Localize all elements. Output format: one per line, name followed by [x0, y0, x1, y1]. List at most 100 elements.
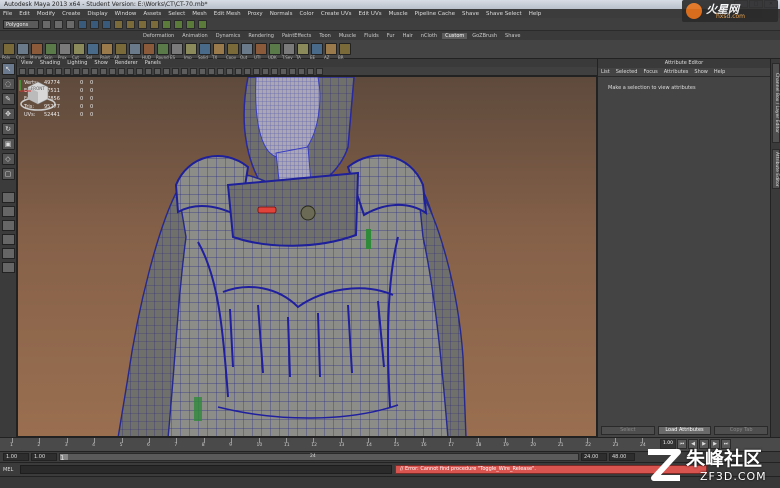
single-pane-layout-icon[interactable]	[1, 192, 15, 203]
viewport-tool-icon[interactable]	[253, 67, 260, 75]
shelf-tab-toon[interactable]: Toon	[316, 33, 334, 39]
viewport-menu-shading[interactable]: Shading	[40, 60, 60, 66]
viewport-tool-icon[interactable]	[37, 67, 44, 75]
shelf-icon-crvs-1[interactable]: Crvs	[16, 43, 29, 60]
snap-grid-icon[interactable]	[114, 19, 123, 29]
attr-menu-attributes[interactable]: Attributes	[664, 69, 689, 75]
viewport-tool-icon[interactable]	[136, 67, 143, 75]
shelf-tab-custom[interactable]: Custom	[442, 32, 468, 39]
shelf-tab-dynamics[interactable]: Dynamics	[213, 33, 244, 39]
menu-create[interactable]: Create	[62, 11, 80, 17]
last-tool-icon[interactable]: ▢	[1, 168, 15, 180]
shelf-tab-fluids[interactable]: Fluids	[361, 33, 382, 39]
select-object-icon[interactable]	[90, 19, 99, 29]
attr-menu-list[interactable]: List	[601, 69, 610, 75]
persp-graph-layout-icon[interactable]	[1, 234, 15, 245]
viewport-menu-show[interactable]: Show	[94, 60, 108, 66]
playback-start-field[interactable]: 1.00	[31, 453, 57, 461]
outliner-layout-icon[interactable]	[1, 262, 15, 273]
shelf-icon-t-sev-20[interactable]: T.Sev	[282, 43, 295, 60]
save-scene-icon[interactable]	[66, 19, 75, 29]
shelf-tab-hair[interactable]: Hair	[400, 33, 416, 39]
range-bar[interactable]: 1 24	[59, 453, 579, 462]
render-settings-icon[interactable]	[198, 19, 207, 29]
viewport-tool-icon[interactable]	[280, 67, 287, 75]
range-start-handle[interactable]: 1	[60, 454, 68, 462]
menu-edit-mesh[interactable]: Edit Mesh	[214, 11, 241, 17]
menu-set-dropdown[interactable]: Polygons	[3, 19, 39, 29]
viewport-tool-icon[interactable]	[172, 67, 179, 75]
viewport-menu-panels[interactable]: Panels	[145, 60, 161, 66]
persp-outliner-layout-icon[interactable]	[1, 248, 15, 259]
ipr-render-icon[interactable]	[186, 19, 195, 29]
shelf-icon-poly-0[interactable]: Poly	[2, 43, 15, 60]
viewport-menu-renderer[interactable]: Renderer	[115, 60, 138, 66]
perspective-viewport[interactable]: Verts:4977400Edges:9751100Faces:4785600T…	[17, 76, 597, 437]
shelf-tab-deformation[interactable]: Deformation	[140, 33, 177, 39]
menu-edit-uvs[interactable]: Edit UVs	[359, 11, 382, 17]
scale-tool-icon[interactable]: ▣	[1, 138, 15, 150]
snap-curve-icon[interactable]	[126, 19, 135, 29]
viewport-tool-icon[interactable]	[208, 67, 215, 75]
menu-normals[interactable]: Normals	[270, 11, 293, 17]
viewport-tool-icon[interactable]	[109, 67, 116, 75]
viewport-tool-icon[interactable]	[316, 67, 323, 75]
shelf-icon-ta-21[interactable]: TA	[296, 43, 309, 60]
attribute-editor-tab[interactable]: Attribute Editor	[772, 149, 780, 189]
time-ruler[interactable]: 1 2 3 4 5 6 7 8 9 10 11 12 13 14 15 16 17 18 19 20 21 22 23 24	[4, 438, 654, 452]
move-tool-icon[interactable]: ✥	[1, 108, 15, 120]
menu-color[interactable]: Color	[299, 11, 313, 17]
viewport-tool-icon[interactable]	[64, 67, 71, 75]
viewport-tool-icon[interactable]	[127, 67, 134, 75]
viewport-tool-icon[interactable]	[154, 67, 161, 75]
menu-assets[interactable]: Assets	[143, 11, 161, 17]
rotate-tool-icon[interactable]: ↻	[1, 123, 15, 135]
viewport-tool-icon[interactable]	[190, 67, 197, 75]
select-component-icon[interactable]	[102, 19, 111, 29]
viewport-menu-view[interactable]: View	[21, 60, 33, 66]
menu-create-uvs[interactable]: Create UVs	[321, 11, 352, 17]
shelf-tab-rendering[interactable]: Rendering	[245, 33, 277, 39]
shelf-tab-gozbrush[interactable]: GoZBrush	[469, 33, 500, 39]
viewport-tool-icon[interactable]	[181, 67, 188, 75]
viewport-tool-icon[interactable]	[118, 67, 125, 75]
copy-tab-button[interactable]: Copy Tab	[714, 426, 769, 435]
select-tool-icon[interactable]: ↖	[1, 63, 15, 75]
shelf-tab-shave[interactable]: Shave	[502, 33, 523, 39]
shelf-tab-painteffects[interactable]: PaintEffects	[279, 33, 314, 39]
viewport-tool-icon[interactable]	[307, 67, 314, 75]
menu-mesh[interactable]: Mesh	[192, 11, 206, 17]
attr-menu-show[interactable]: Show	[694, 69, 708, 75]
menu-select[interactable]: Select	[168, 11, 185, 17]
open-scene-icon[interactable]	[54, 19, 63, 29]
shelf-icon-mirror-2[interactable]: Mirror	[30, 43, 43, 60]
shelf-icon-az-23[interactable]: AZ	[324, 43, 337, 60]
menu-window[interactable]: Window	[115, 11, 137, 17]
shelf-tab-muscle[interactable]: Muscle	[336, 33, 359, 39]
viewport-tool-icon[interactable]	[91, 67, 98, 75]
channel-box-tab[interactable]: Channel Box / Layer Editor	[772, 63, 780, 143]
viewport-tool-icon[interactable]	[262, 67, 269, 75]
paint-select-icon[interactable]: ✎	[1, 93, 15, 105]
viewport-tool-icon[interactable]	[289, 67, 296, 75]
viewport-tool-icon[interactable]	[226, 67, 233, 75]
shelf-icon-es-9[interactable]: ES	[128, 43, 141, 60]
attr-menu-focus[interactable]: Focus	[643, 69, 657, 75]
menu-shave-select[interactable]: Shave Select	[486, 11, 522, 17]
attr-menu-help[interactable]: Help	[714, 69, 725, 75]
viewport-tool-icon[interactable]	[55, 67, 62, 75]
viewport-tool-icon[interactable]	[235, 67, 242, 75]
load-attributes-button[interactable]: Load Attributes	[657, 426, 712, 435]
command-input[interactable]	[20, 465, 392, 474]
menu-proxy[interactable]: Proxy	[248, 11, 263, 17]
menu-modify[interactable]: Modify	[37, 11, 55, 17]
playback-end-field[interactable]: 24.00	[581, 453, 607, 461]
viewport-tool-icon[interactable]	[73, 67, 80, 75]
viewport-tool-icon[interactable]	[19, 67, 26, 75]
shelf-icon-paint-7[interactable]: Paint	[100, 43, 113, 60]
lasso-tool-icon[interactable]: ◌	[1, 78, 15, 90]
shelf-icon-uti-18[interactable]: UTI	[254, 43, 267, 60]
viewport-tool-icon[interactable]	[244, 67, 251, 75]
shelf-icon-sel-6[interactable]: Sel	[86, 43, 99, 60]
shelf-tab-animation[interactable]: Animation	[179, 33, 211, 39]
